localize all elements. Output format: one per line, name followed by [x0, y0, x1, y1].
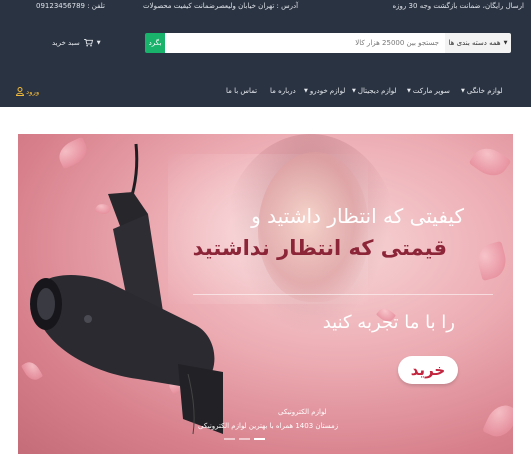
site-header: تلفن : 09123456789 ضمانت کیفیت محصولات آ…: [0, 0, 531, 107]
slide-indicator-2[interactable]: [239, 438, 250, 440]
hero-headline-2: قیمتی که انتظار نداشتید: [192, 236, 447, 260]
cart-button[interactable]: سبد خرید ▼: [52, 39, 101, 47]
chevron-down-icon: ▼: [407, 88, 411, 94]
slide-indicator-3[interactable]: [254, 438, 265, 440]
user-icon: [16, 87, 24, 96]
search-bar: سبد خرید ▼ بگرد همه دسته بندی ها ▼: [0, 33, 531, 53]
chevron-down-icon: ▼: [304, 88, 308, 94]
chevron-down-icon: ▼: [352, 88, 356, 94]
top-info-bar: تلفن : 09123456789 ضمانت کیفیت محصولات آ…: [0, 0, 531, 14]
cart-label: سبد خرید: [52, 39, 80, 47]
buy-button[interactable]: خرید: [398, 356, 458, 384]
login-link[interactable]: ورود: [16, 87, 39, 96]
nav-item-car-accessories[interactable]: ▼ لوازم خودرو: [304, 87, 345, 95]
slider-indicators: [224, 438, 265, 440]
cart-icon: [83, 39, 93, 47]
nav-item-digital[interactable]: ▼ لوازم دیجیتال: [352, 87, 397, 95]
nav-item-supermarket[interactable]: ▼ سوپر مارکت: [407, 87, 450, 95]
hero-divider: [193, 294, 493, 295]
address-text: آدرس : تهران خیابان ولیعصر: [215, 2, 299, 10]
slide-caption-text: زمستان 1403 همراه با بهترین لوازم الکترو…: [198, 422, 339, 430]
slide-caption-title: لوازم الکترونیکی: [278, 408, 327, 416]
nav-item-home-appliances[interactable]: ▼ لوازم خانگی: [461, 87, 503, 95]
nav-item-label: تماس با ما: [226, 87, 258, 95]
shipping-text: ارسال رایگان، ضمانت بازگشت وجه 30 روزه: [392, 2, 525, 10]
category-label: همه دسته بندی ها: [448, 39, 501, 47]
nav-item-label: سوپر مارکت: [412, 87, 450, 95]
slide-indicator-1[interactable]: [224, 438, 235, 440]
nav-item-contact[interactable]: تماس با ما: [226, 87, 257, 95]
main-nav: ورود تماس با ما درباره ما ▼ لوازم خودرو …: [0, 84, 531, 100]
login-label: ورود: [26, 87, 40, 96]
nav-item-label: لوازم خودرو: [309, 87, 346, 95]
phone-text: تلفن : 09123456789: [36, 2, 105, 10]
category-dropdown[interactable]: همه دسته بندی ها ▼: [445, 33, 511, 53]
nav-item-label: درباره ما: [270, 87, 296, 95]
nav-item-label: لوازم دیجیتال: [357, 87, 397, 95]
hero-headline-3: را با ما تجربه کنید: [322, 312, 455, 333]
search-button[interactable]: بگرد: [145, 33, 165, 53]
nav-item-label: لوازم خانگی: [466, 87, 503, 95]
hero-headline-1: کیفیتی که انتظار داشتید و: [251, 204, 464, 228]
chevron-down-icon: ▼: [461, 88, 465, 94]
chevron-down-icon: ▼: [96, 40, 101, 46]
hero-banner[interactable]: کیفیتی که انتظار داشتید و قیمتی که انتظا…: [18, 134, 513, 454]
nav-item-about[interactable]: درباره ما: [270, 87, 296, 95]
search-input[interactable]: [165, 33, 445, 53]
chevron-down-icon: ▼: [503, 40, 508, 46]
guarantee-text: ضمانت کیفیت محصولات: [143, 2, 215, 10]
